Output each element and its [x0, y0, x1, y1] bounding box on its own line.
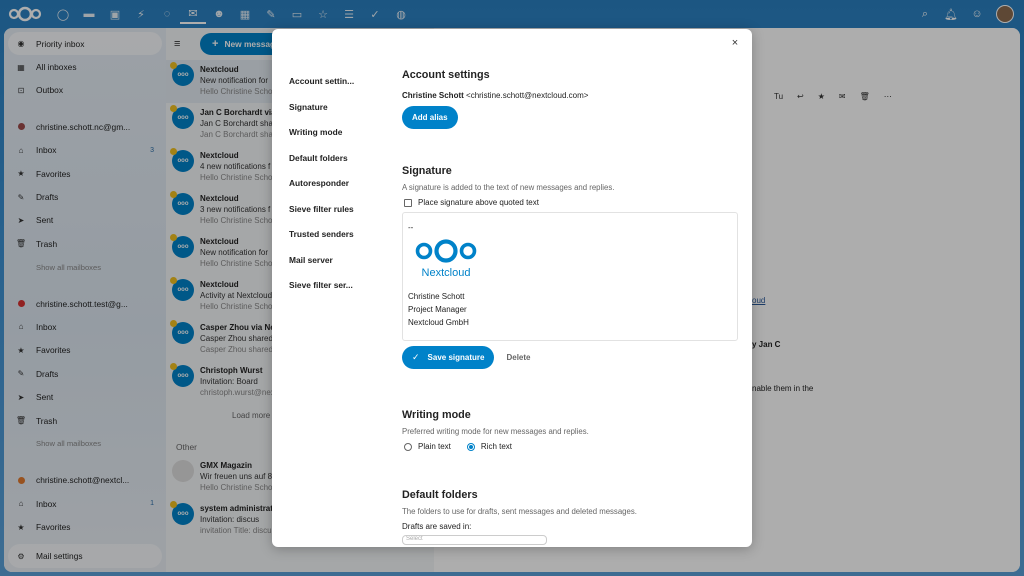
signature-description: A signature is added to the text of new … [402, 183, 615, 192]
settings-nav-item[interactable]: Mail server [289, 248, 389, 274]
settings-nav: Account settin... Signature Writing mode De… [289, 69, 389, 299]
signature-line: Nextcloud GmbH [408, 318, 469, 327]
save-signature-button[interactable]: ✓ Save signature [402, 346, 495, 369]
nextcloud-signature-logo: Nextcloud [415, 239, 477, 279]
writing-mode-description: Preferred writing mode for new messages … [402, 427, 589, 436]
close-icon[interactable]: × [728, 37, 742, 51]
settings-nav-item[interactable]: Sieve filter ser... [289, 273, 389, 299]
checkbox-icon[interactable] [404, 198, 412, 207]
settings-nav-item[interactable]: Account settin... [289, 69, 389, 95]
settings-nav-item[interactable]: Signature [289, 95, 389, 121]
signature-actions: ✓ Save signature Delete [402, 346, 740, 369]
account-settings-heading: Account settings [402, 69, 490, 81]
rich-text-radio[interactable] [466, 442, 475, 451]
account-identity: Christine Schott <christine.schott@nextc… [402, 91, 740, 100]
rich-text-label: Rich text [480, 442, 513, 451]
account-email: <christine.schott@nextcloud.com> [466, 91, 589, 100]
settings-nav-item[interactable]: Sieve filter rules [289, 197, 389, 223]
account-name: Christine Schott [402, 91, 464, 100]
default-folders-description: The folders to use for drafts, sent mess… [402, 507, 637, 516]
settings-modal: × Account settin... Signature Writing mode… [272, 29, 752, 547]
signature-line: Project Manager [408, 305, 467, 314]
plain-text-label: Plain text [418, 442, 451, 451]
writing-mode-options: Plain text Rich text [402, 442, 740, 451]
drafts-label: Drafts are saved in: [402, 522, 472, 531]
checkmark-icon: ✓ [412, 352, 420, 362]
settings-nav-item[interactable]: Default folders [289, 146, 389, 172]
drafts-folder-select[interactable]: Select [402, 535, 547, 545]
checkbox-label: Place signature above quoted text [418, 198, 539, 207]
add-alias-button[interactable]: Add alias [402, 106, 458, 129]
signature-editor[interactable]: -- Nextcloud Christine Schott Project Ma… [402, 212, 738, 341]
save-signature-label: Save signature [427, 353, 485, 362]
settings-nav-item[interactable]: Writing mode [289, 120, 389, 146]
signature-heading: Signature [402, 165, 452, 177]
logo-wordmark: Nextcloud [422, 267, 471, 279]
settings-nav-item[interactable]: Autoresponder [289, 171, 389, 197]
settings-content: Account settings Christine Schott <chris… [402, 69, 740, 545]
plain-text-radio[interactable] [404, 442, 412, 451]
settings-nav-item[interactable]: Trusted senders [289, 222, 389, 248]
signature-above-checkbox[interactable]: Place signature above quoted text [402, 198, 740, 207]
signature-dashes: -- [408, 223, 414, 232]
delete-signature-button[interactable]: Delete [506, 353, 530, 362]
signature-line: Christine Schott [408, 292, 465, 301]
default-folders-heading: Default folders [402, 489, 478, 501]
writing-mode-heading: Writing mode [402, 409, 471, 421]
